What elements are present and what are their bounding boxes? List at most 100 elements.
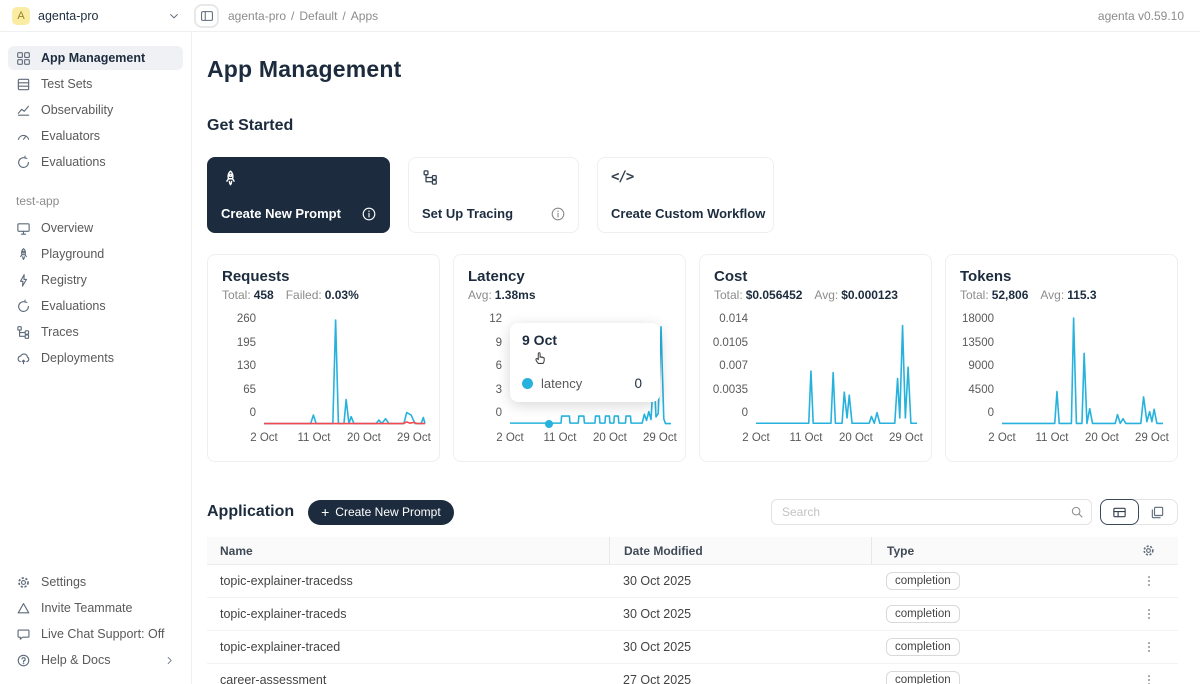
sidebar-item-observability[interactable]: Observability	[8, 98, 183, 122]
sidebar-item-label: Evaluators	[41, 129, 100, 143]
sidebar-item-traces[interactable]: Traces	[8, 320, 183, 344]
app-name[interactable]: career-assessment	[207, 673, 609, 684]
rocket-icon	[16, 247, 31, 262]
column-header-name[interactable]: Name	[207, 544, 609, 558]
row-menu-icon[interactable]	[1142, 673, 1156, 684]
table-row[interactable]: topic-explainer-tracedss 30 Oct 2025 com…	[207, 565, 1178, 598]
sidebar-item-app-management[interactable]: App Management	[8, 46, 183, 70]
breadcrumb[interactable]: agenta-pro / Default / Apps	[228, 9, 378, 23]
sidebar-item-label: Evaluations	[41, 155, 106, 169]
sidebar-item-label: Live Chat Support: Off	[41, 627, 164, 641]
app-name[interactable]: topic-explainer-tracedss	[207, 574, 609, 588]
cursor-hand-icon	[532, 349, 549, 366]
sidebar-item-label: Evaluations	[41, 299, 106, 313]
sidebar-item-label: Deployments	[41, 351, 114, 365]
sidebar-item-overview[interactable]: Overview	[8, 216, 183, 240]
y-axis: 260195130650	[222, 313, 256, 419]
search-icon	[1070, 505, 1084, 519]
sidebar-section-label: test-app	[16, 194, 175, 208]
info-icon[interactable]	[551, 207, 565, 221]
sidebar-item-settings[interactable]: Settings	[8, 570, 183, 594]
sidebar-toggle-button[interactable]	[194, 4, 219, 28]
x-axis: 2 Oct11 Oct20 Oct29 Oct	[264, 432, 425, 446]
breadcrumb-separator: /	[291, 9, 294, 23]
cost-chart-card: Cost Total:$0.056452 Avg:$0.000123 0.014…	[699, 254, 932, 462]
row-menu-icon[interactable]	[1142, 574, 1156, 588]
hovered-point-marker	[545, 420, 553, 428]
table-icon	[16, 77, 31, 92]
table-row[interactable]: career-assessment 27 Oct 2025 completion	[207, 664, 1178, 684]
info-icon[interactable]	[362, 207, 376, 221]
column-header-date-modified[interactable]: Date Modified	[609, 537, 871, 564]
get-started-cards: Create New Prompt Set Up Tracing </> Cre…	[207, 157, 1178, 233]
stat-value: 1.38ms	[495, 288, 536, 302]
row-menu-icon[interactable]	[1142, 640, 1156, 654]
app-date-modified: 30 Oct 2025	[609, 640, 871, 654]
view-toggle	[1100, 499, 1178, 525]
create-custom-workflow-card[interactable]: </> Create Custom Workflow	[597, 157, 774, 233]
chart-title: Requests	[222, 268, 425, 285]
y-axis: 0.0140.01050.0070.00350	[714, 313, 748, 419]
stat-label: Avg:	[1040, 288, 1064, 302]
org-switcher[interactable]: A agenta-pro	[0, 0, 192, 31]
stat-label: Total:	[714, 288, 743, 302]
plus-icon: +	[321, 505, 329, 519]
create-new-prompt-card[interactable]: Create New Prompt	[207, 157, 390, 233]
stat-label: Failed:	[286, 288, 322, 302]
sidebar-item-evaluators[interactable]: Evaluators	[8, 124, 183, 148]
application-header: Application + Create New Prompt	[207, 499, 1178, 525]
lightning-icon	[16, 273, 31, 288]
sidebar-item-test-sets[interactable]: Test Sets	[8, 72, 183, 96]
column-header-type[interactable]: Type	[871, 537, 1089, 564]
breadcrumb-separator: /	[342, 9, 345, 23]
chart-tooltip: 9 Oct latency 0	[510, 323, 660, 402]
org-avatar: A	[12, 7, 30, 25]
tokens-chart-card: Tokens Total:52,806 Avg:115.3 1800013500…	[945, 254, 1178, 462]
card-view-button[interactable]	[1138, 500, 1177, 524]
stat-value: 52,806	[992, 288, 1029, 302]
type-badge: completion	[886, 671, 960, 684]
latency-chart-card: Latency Avg:1.38ms 129630 2 Oct11 Oct20 …	[453, 254, 686, 462]
tokens-chart[interactable]	[1002, 318, 1163, 424]
sidebar-item-label: Playground	[41, 247, 104, 261]
sidebar-item-help-docs[interactable]: Help & Docs	[8, 648, 183, 672]
sidebar-item-registry[interactable]: Registry	[8, 268, 183, 292]
table-header: Name Date Modified Type	[207, 537, 1178, 565]
sidebar-item-deployments[interactable]: Deployments	[8, 346, 183, 370]
sidebar-item-evaluations-app[interactable]: Evaluations	[8, 294, 183, 318]
search-button[interactable]	[1063, 500, 1091, 524]
app-name[interactable]: topic-explainer-traceds	[207, 607, 609, 621]
sidebar-item-label: Registry	[41, 273, 87, 287]
stat-value: $0.000123	[841, 288, 898, 302]
type-badge: completion	[886, 572, 960, 590]
column-settings-gear-icon[interactable]	[1141, 543, 1156, 558]
rocket-icon	[221, 169, 240, 188]
breadcrumb-item[interactable]: Apps	[351, 9, 378, 23]
create-new-prompt-button[interactable]: + Create New Prompt	[308, 500, 454, 525]
stat-value: 115.3	[1067, 288, 1096, 302]
set-up-tracing-card[interactable]: Set Up Tracing	[408, 157, 579, 233]
app-name[interactable]: topic-explainer-traced	[207, 640, 609, 654]
app-date-modified: 30 Oct 2025	[609, 574, 871, 588]
chart-title: Cost	[714, 268, 917, 285]
y-axis: 1800013500900045000	[960, 313, 994, 419]
series-color-dot	[522, 378, 533, 389]
row-menu-icon[interactable]	[1142, 607, 1156, 621]
sidebar-item-evaluations[interactable]: Evaluations	[8, 150, 183, 174]
table-row[interactable]: topic-explainer-traceds 30 Oct 2025 comp…	[207, 598, 1178, 631]
x-axis: 2 Oct11 Oct20 Oct29 Oct	[510, 432, 671, 446]
stat-value: 458	[254, 288, 274, 302]
table-view-button[interactable]	[1100, 499, 1139, 525]
breadcrumb-item[interactable]: Default	[299, 9, 337, 23]
table-row[interactable]: topic-explainer-traced 30 Oct 2025 compl…	[207, 631, 1178, 664]
search-input[interactable]	[772, 505, 1063, 519]
requests-chart[interactable]	[264, 318, 425, 424]
sidebar: App Management Test Sets Observability E…	[0, 32, 192, 684]
sidebar-item-playground[interactable]: Playground	[8, 242, 183, 266]
stat-label: Avg:	[468, 288, 492, 302]
cost-chart[interactable]	[756, 318, 917, 424]
sidebar-item-invite-teammate[interactable]: Invite Teammate	[8, 596, 183, 620]
breadcrumb-item[interactable]: agenta-pro	[228, 9, 286, 23]
sidebar-item-live-chat[interactable]: Live Chat Support: Off	[8, 622, 183, 646]
gear-icon	[16, 575, 31, 590]
